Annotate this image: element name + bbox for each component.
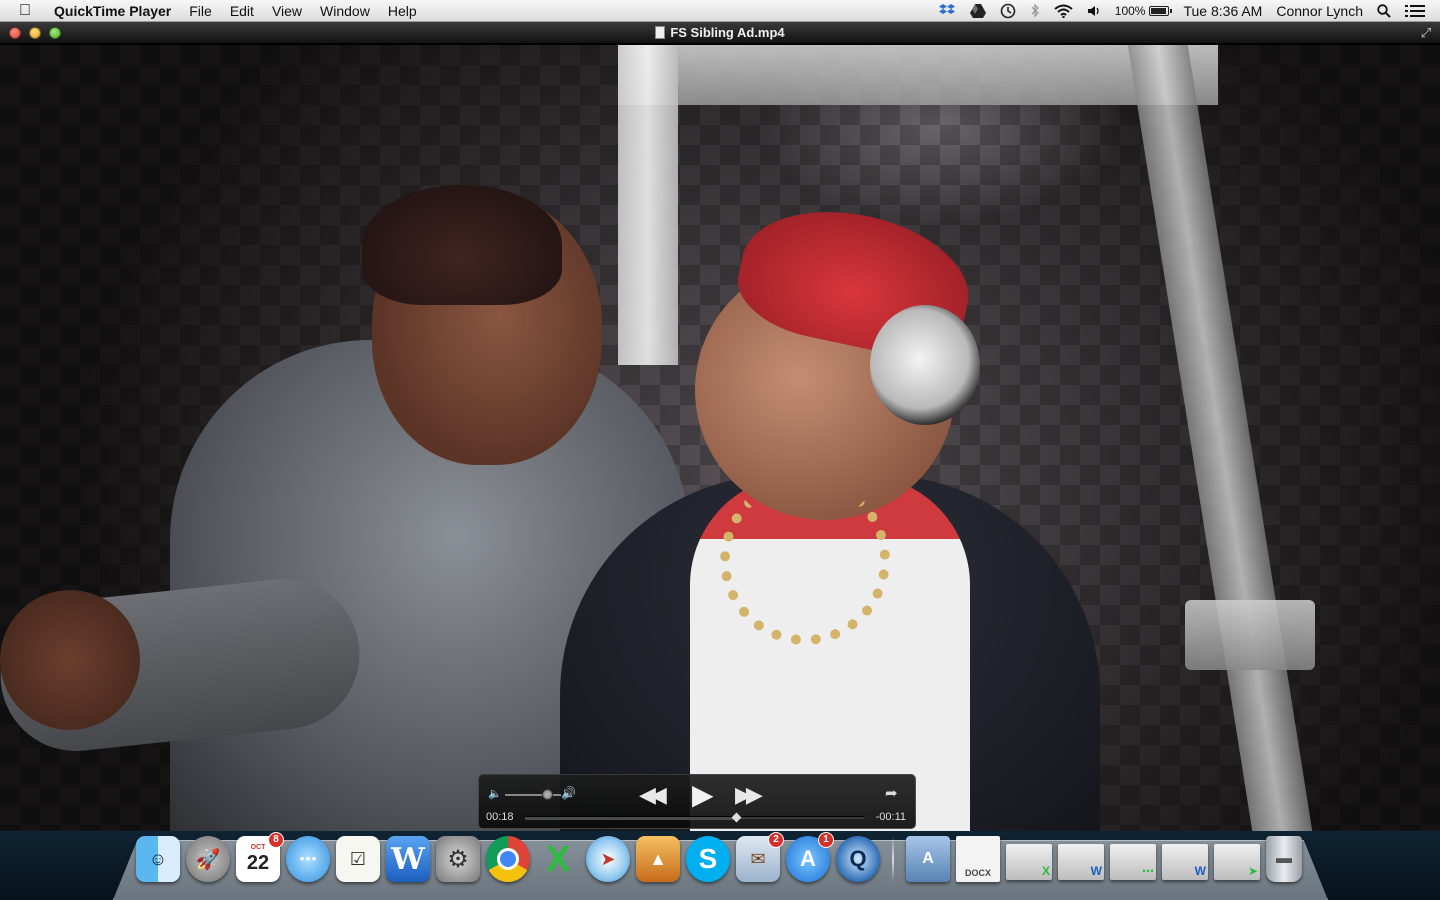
playback-controls[interactable]: 🔈 🔊 ◀◀ ▶ ▶▶ ➦ 00:18 -00:11 xyxy=(478,774,916,829)
battery-status[interactable]: 100% xyxy=(1108,0,1177,22)
docx-label: DOCX xyxy=(964,868,991,878)
spotlight-search-icon[interactable] xyxy=(1370,0,1398,22)
app-store-icon[interactable]: A 1 xyxy=(786,832,834,882)
menu-bar:  QuickTime Player File Edit View Window… xyxy=(0,0,1440,22)
messages-icon[interactable]: ⋯ xyxy=(286,836,330,882)
menu-view[interactable]: View xyxy=(263,0,311,22)
playhead[interactable] xyxy=(731,812,742,823)
mail-icon[interactable]: ✉ 2 xyxy=(736,832,784,882)
minimized-word-window-icon[interactable]: W xyxy=(1058,844,1104,880)
minimized-excel-window-icon[interactable]: X xyxy=(1006,844,1052,880)
window-title: FS Sibling Ad.mp4 xyxy=(655,25,785,40)
menu-file[interactable]: File xyxy=(180,0,221,22)
calendar-month: OCT xyxy=(250,843,266,851)
app-store-badge: 1 xyxy=(818,832,834,848)
volume-icon[interactable] xyxy=(1080,0,1108,22)
quicktime-player-icon[interactable]: Q xyxy=(836,836,880,882)
dropbox-icon[interactable] xyxy=(932,0,963,22)
window-title-text: FS Sibling Ad.mp4 xyxy=(670,25,785,40)
booth-frame-top xyxy=(618,45,1218,105)
timeline-progress xyxy=(525,817,736,820)
google-chrome-icon[interactable] xyxy=(486,836,530,882)
volume-low-icon[interactable]: 🔈 xyxy=(488,787,502,800)
teen-hair xyxy=(362,185,562,305)
safari-icon[interactable]: ➤ xyxy=(586,836,630,882)
fullscreen-icon[interactable]: ⤢ xyxy=(1418,25,1434,41)
time-machine-icon[interactable] xyxy=(993,0,1023,22)
clock[interactable]: Tue 8:36 AM xyxy=(1176,0,1269,22)
gold-chain xyxy=(720,475,890,645)
elapsed-time: 00:18 xyxy=(486,811,514,823)
rewind-button[interactable]: ◀◀ xyxy=(639,782,667,808)
minimized-messages-window-icon[interactable]: ⋯ xyxy=(1110,844,1156,880)
remaining-time: -00:11 xyxy=(875,811,906,823)
trash-icon[interactable]: ▬ xyxy=(1266,836,1302,882)
calendar-icon[interactable]: OCT 22 8 xyxy=(236,832,284,882)
play-button[interactable]: ▶ xyxy=(692,778,714,811)
skype-icon[interactable]: S xyxy=(686,836,730,882)
close-button[interactable] xyxy=(9,27,21,39)
fast-forward-button[interactable]: ▶▶ xyxy=(735,782,763,808)
mic-mount xyxy=(1185,600,1315,670)
keynote-icon[interactable]: ▲ xyxy=(636,836,680,882)
battery-percent: 100% xyxy=(1114,3,1146,18)
battery-icon xyxy=(1149,5,1173,16)
headphones xyxy=(870,305,980,425)
window-controls xyxy=(9,27,61,39)
document-icon[interactable] xyxy=(655,26,666,39)
google-drive-icon[interactable] xyxy=(963,0,993,22)
microsoft-word-icon[interactable]: W xyxy=(386,836,430,882)
apple-logo-icon[interactable]:  xyxy=(0,2,50,20)
dock-icons: ☺ 🚀 OCT 22 8 ⋯ ☑ W ⚙ X ➤ ▲ S ✉ 2 A 1 Q A… xyxy=(136,832,1302,896)
reminders-icon[interactable]: ☑ xyxy=(336,836,380,882)
menu-edit[interactable]: Edit xyxy=(221,0,263,22)
booth-frame-left xyxy=(618,45,678,365)
teen-hand xyxy=(0,590,140,730)
notification-center-icon[interactable] xyxy=(1398,0,1432,22)
calendar-day: 22 xyxy=(246,851,270,874)
user-menu[interactable]: Connor Lynch xyxy=(1269,0,1370,22)
minimized-word-window-2-icon[interactable]: W xyxy=(1162,844,1208,880)
window-title-bar[interactable]: FS Sibling Ad.mp4 ⤢ xyxy=(0,22,1440,44)
volume-slider-knob[interactable] xyxy=(542,789,553,800)
minimize-button[interactable] xyxy=(29,27,41,39)
docx-document-icon[interactable]: DOCX xyxy=(956,836,1000,882)
finder-icon[interactable]: ☺ xyxy=(136,836,180,882)
zoom-button[interactable] xyxy=(49,27,61,39)
timeline-scrubber[interactable] xyxy=(525,812,865,823)
menu-window[interactable]: Window xyxy=(311,0,379,22)
wifi-icon[interactable] xyxy=(1047,0,1080,22)
launchpad-icon[interactable]: 🚀 xyxy=(186,836,230,882)
minimized-safari-window-icon[interactable]: ➤ xyxy=(1214,844,1260,880)
calendar-badge: 8 xyxy=(268,832,284,848)
applications-folder-icon[interactable]: A xyxy=(906,836,950,882)
mail-badge: 2 xyxy=(768,832,784,848)
share-icon[interactable]: ➦ xyxy=(885,784,898,802)
dock-separator xyxy=(892,836,894,882)
menu-help[interactable]: Help xyxy=(379,0,426,22)
bluetooth-icon[interactable] xyxy=(1023,0,1047,22)
video-frame[interactable] xyxy=(0,45,1440,831)
menu-app-name[interactable]: QuickTime Player xyxy=(50,0,180,22)
volume-high-icon[interactable]: 🔊 xyxy=(561,786,576,800)
system-preferences-icon[interactable]: ⚙ xyxy=(436,836,480,882)
microsoft-excel-icon[interactable]: X xyxy=(536,836,580,882)
battery-fill xyxy=(1151,7,1167,14)
